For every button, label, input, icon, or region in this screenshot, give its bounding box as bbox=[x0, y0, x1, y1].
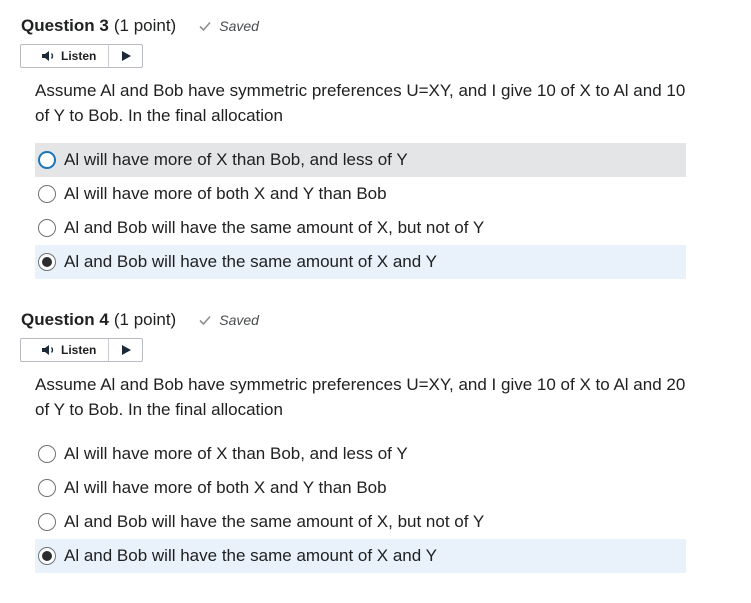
answer-options: Al will have more of X than Bob, and les… bbox=[35, 143, 686, 279]
answer-option-1[interactable]: Al will have more of X than Bob, and les… bbox=[35, 143, 686, 177]
answer-option-4[interactable]: Al and Bob will have the same amount of … bbox=[35, 245, 686, 279]
answer-option-2[interactable]: Al will have more of both X and Y than B… bbox=[35, 177, 686, 211]
answer-option-3[interactable]: Al and Bob will have the same amount of … bbox=[35, 211, 686, 245]
listen-button[interactable]: Listen bbox=[21, 45, 109, 67]
radio-icon[interactable] bbox=[38, 185, 56, 203]
question-stem: Assume Al and Bob have symmetric prefere… bbox=[35, 81, 686, 125]
answer-options: Al will have more of X than Bob, and les… bbox=[35, 437, 686, 573]
play-icon bbox=[122, 345, 131, 355]
radio-selected-dot bbox=[42, 257, 52, 267]
speaker-icon bbox=[42, 51, 54, 61]
saved-label: Saved bbox=[219, 312, 259, 328]
question-points: (1 point) bbox=[113, 310, 177, 329]
listen-label: Listen bbox=[61, 49, 97, 63]
radio-icon[interactable] bbox=[38, 219, 56, 237]
radio-selected-dot bbox=[42, 551, 52, 561]
question-points: (1 point) bbox=[113, 16, 177, 35]
play-button[interactable] bbox=[109, 339, 142, 361]
saved-status: Saved bbox=[198, 18, 259, 34]
saved-status: Saved bbox=[198, 312, 259, 328]
listen-button[interactable]: Listen bbox=[21, 339, 109, 361]
listen-control: Listen bbox=[20, 338, 143, 362]
speaker-icon bbox=[42, 345, 54, 355]
answer-option-2[interactable]: Al will have more of both X and Y than B… bbox=[35, 471, 686, 505]
answer-option-1[interactable]: Al will have more of X than Bob, and les… bbox=[35, 437, 686, 471]
question-header: Question 4 (1 point) Saved bbox=[21, 308, 259, 332]
answer-option-3[interactable]: Al and Bob will have the same amount of … bbox=[35, 505, 686, 539]
answer-label: Al will have more of both X and Y than B… bbox=[64, 478, 387, 497]
listen-label: Listen bbox=[61, 343, 97, 357]
checkmark-icon bbox=[199, 315, 211, 326]
question-title: Question 4 bbox=[21, 310, 109, 329]
answer-label: Al will have more of X than Bob, and les… bbox=[64, 150, 408, 169]
play-button[interactable] bbox=[109, 45, 142, 67]
radio-icon[interactable] bbox=[38, 253, 56, 271]
answer-label: Al will have more of both X and Y than B… bbox=[64, 184, 387, 203]
question-header: Question 3 (1 point) Saved bbox=[21, 14, 259, 38]
answer-option-4[interactable]: Al and Bob will have the same amount of … bbox=[35, 539, 686, 573]
radio-icon[interactable] bbox=[38, 479, 56, 497]
play-icon bbox=[122, 51, 131, 61]
question-stem: Assume Al and Bob have symmetric prefere… bbox=[35, 375, 686, 419]
checkmark-icon bbox=[199, 21, 211, 32]
saved-label: Saved bbox=[219, 18, 259, 34]
listen-control: Listen bbox=[20, 44, 143, 68]
answer-label: Al will have more of X than Bob, and les… bbox=[64, 444, 408, 463]
answer-label: Al and Bob will have the same amount of … bbox=[64, 218, 485, 237]
radio-icon[interactable] bbox=[38, 445, 56, 463]
answer-label: Al and Bob will have the same amount of … bbox=[64, 512, 485, 531]
answer-label: Al and Bob will have the same amount of … bbox=[64, 546, 437, 565]
answer-label: Al and Bob will have the same amount of … bbox=[64, 252, 437, 271]
radio-icon[interactable] bbox=[38, 151, 56, 169]
radio-icon[interactable] bbox=[38, 547, 56, 565]
radio-icon[interactable] bbox=[38, 513, 56, 531]
question-title: Question 3 bbox=[21, 16, 109, 35]
